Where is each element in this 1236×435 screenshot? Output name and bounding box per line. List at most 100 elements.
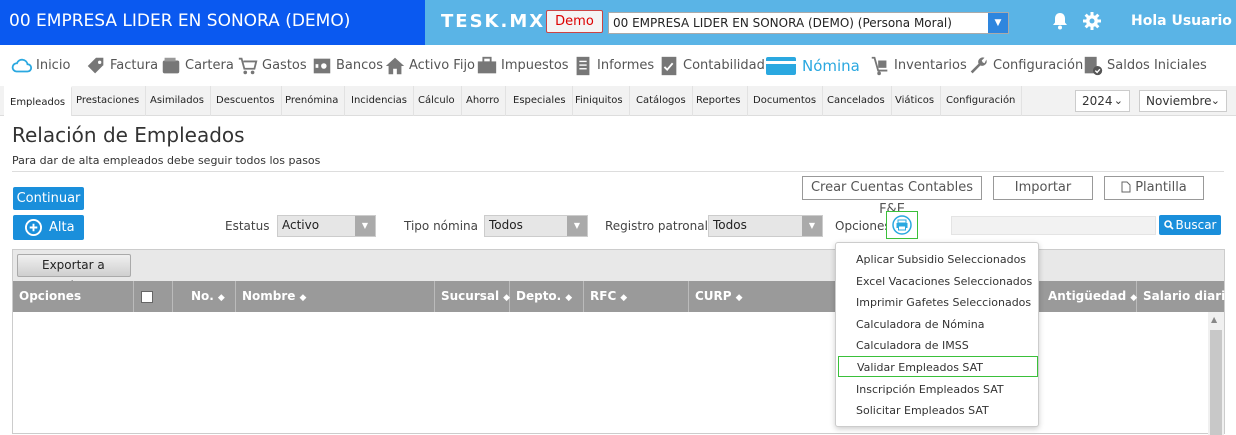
module-label: Nómina — [802, 56, 860, 75]
file-icon — [1121, 181, 1131, 193]
module-label: Cartera — [185, 58, 234, 73]
user-greeting[interactable]: Hola Usuario — [1131, 13, 1232, 29]
plantilla-button[interactable]: Plantilla — [1104, 176, 1204, 200]
tab-asimilados[interactable]: Asimilados — [144, 86, 211, 116]
module-configuracion[interactable]: Configuración — [968, 45, 1083, 86]
sort-icon: ◆ — [503, 293, 511, 303]
column-label: Antigüedad — [1048, 289, 1127, 303]
grid-scrollbar[interactable]: ▲ — [1208, 312, 1224, 435]
tab-incidencias[interactable]: Incidencias — [345, 86, 415, 116]
tab-especiales[interactable]: Especiales — [507, 86, 573, 116]
sort-icon: ◆ — [565, 293, 573, 303]
company-name: 00 EMPRESA LIDER EN SONORA (DEMO) — [0, 0, 425, 45]
tab-prenomina[interactable]: Prenómina — [279, 86, 346, 116]
continuar-button[interactable]: Continuar — [13, 187, 84, 210]
tab-cancelados[interactable]: Cancelados — [821, 86, 892, 116]
column-antiguedad[interactable]: Antigüedad ◆ — [1042, 281, 1137, 312]
menu-item-validar-empleados-sat[interactable]: Validar Empleados SAT — [838, 356, 1038, 377]
chevron-down-icon[interactable]: ▼ — [988, 13, 1008, 33]
column-opciones[interactable]: Opciones — [13, 281, 134, 312]
module-activo-fijo[interactable]: Activo Fijo — [384, 45, 475, 86]
tipo-nomina-select[interactable]: Todos ▼ — [484, 215, 588, 237]
column-label: RFC — [590, 289, 617, 303]
module-inventarios[interactable]: Inventarios — [869, 45, 967, 86]
bell-icon[interactable] — [1050, 11, 1070, 31]
module-nomina[interactable]: Nómina — [765, 45, 860, 86]
year-select[interactable]: 2024 ⌄ — [1075, 90, 1130, 112]
menu-item-solicitar-empleados-sat[interactable]: Solicitar Empleados SAT — [838, 400, 1038, 421]
ledger-icon — [661, 56, 677, 75]
tab-ahorro[interactable]: Ahorro — [460, 86, 507, 116]
document-icon — [576, 56, 590, 75]
module-impuestos[interactable]: Impuestos — [476, 45, 569, 86]
tab-catalogos[interactable]: Catálogos — [630, 86, 693, 116]
tab-empleados[interactable]: Empleados — [4, 86, 73, 116]
column-curp[interactable]: CURP ◆ — [689, 281, 839, 312]
module-contabilidad[interactable]: Contabilidad — [658, 45, 765, 86]
module-bar: Inicio Factura Cartera Gastos Bancos Act… — [0, 45, 1236, 86]
top-bar: 00 EMPRESA LIDER EN SONORA (DEMO) TESK.M… — [0, 0, 1236, 45]
module-label: Gastos — [262, 58, 307, 73]
module-inicio[interactable]: Inicio — [11, 45, 70, 86]
column-rfc[interactable]: RFC ◆ — [584, 281, 689, 312]
module-label: Configuración — [993, 58, 1084, 73]
tab-prestaciones[interactable]: Prestaciones — [70, 86, 147, 116]
column-no[interactable]: No. ◆ — [173, 281, 236, 312]
company-select-value: 00 EMPRESA LIDER EN SONORA (DEMO) (Perso… — [613, 16, 952, 30]
scroll-up-icon[interactable]: ▲ — [1211, 315, 1217, 324]
module-label: Saldos Iniciales — [1107, 58, 1207, 73]
month-select[interactable]: Noviembre ⌄ — [1139, 90, 1227, 112]
estatus-select[interactable]: Activo ▼ — [277, 215, 376, 237]
tab-finiquitos[interactable]: Finiquitos — [569, 86, 630, 116]
month-value: Noviembre — [1146, 94, 1212, 108]
opciones-button[interactable] — [886, 211, 918, 239]
registro-patronal-select[interactable]: Todos ▼ — [708, 215, 823, 237]
tab-descuentos[interactable]: Descuentos — [210, 86, 282, 116]
module-label: Activo Fijo — [409, 58, 476, 73]
menu-item-excel-vacaciones[interactable]: Excel Vacaciones Seleccionados — [838, 271, 1038, 292]
tab-calculo[interactable]: Cálculo — [412, 86, 462, 116]
column-salario-diario[interactable]: Salario diario — [1137, 281, 1233, 312]
module-label: Factura — [110, 58, 159, 73]
select-all-checkbox[interactable] — [141, 291, 153, 303]
module-label: Inicio — [36, 58, 71, 73]
plantilla-label: Plantilla — [1135, 180, 1187, 195]
tab-viaticos[interactable]: Viáticos — [889, 86, 942, 116]
crear-cuentas-button[interactable]: Crear Cuentas Contables F&E — [802, 176, 982, 217]
gear-icon[interactable] — [1082, 11, 1102, 31]
company-select[interactable]: 00 EMPRESA LIDER EN SONORA (DEMO) (Perso… — [608, 12, 1009, 34]
module-cartera[interactable]: Cartera — [160, 45, 234, 86]
cloud-icon — [11, 58, 33, 72]
module-factura[interactable]: Factura — [85, 45, 158, 86]
grid-header: Opciones No. ◆ Nombre ◆ Sucursal ◆ Depto. ◆ … — [13, 281, 1233, 312]
page-subtitle: Para dar de alta empleados debe seguir t… — [12, 154, 321, 167]
menu-item-calculadora-imss[interactable]: Calculadora de IMSS — [838, 335, 1038, 356]
brand-logo[interactable]: TESK.MX — [441, 0, 545, 43]
tab-documentos[interactable]: Documentos — [747, 86, 824, 116]
column-select-all[interactable] — [134, 281, 173, 312]
module-informes[interactable]: Informes — [572, 45, 654, 86]
exportar-excel-button[interactable]: Exportar a Excel — [17, 254, 131, 293]
menu-item-imprimir-gafetes[interactable]: Imprimir Gafetes Seleccionados — [838, 292, 1038, 313]
importar-button[interactable]: Importar — [993, 176, 1093, 200]
module-saldos-iniciales[interactable]: Saldos Iniciales — [1082, 45, 1207, 86]
module-gastos[interactable]: Gastos — [237, 45, 307, 86]
menu-item-calculadora-nomina[interactable]: Calculadora de Nómina — [838, 314, 1038, 335]
demo-badge: Demo — [546, 10, 603, 33]
buscar-button[interactable]: Buscar — [1159, 215, 1221, 235]
column-depto[interactable]: Depto. ◆ — [510, 281, 584, 312]
tab-reportes[interactable]: Reportes — [690, 86, 748, 116]
column-sucursal[interactable]: Sucursal ◆ — [435, 281, 510, 312]
tab-bar: Empleados Prestaciones Asimilados Descue… — [0, 86, 1236, 116]
menu-item-aplicar-subsidio[interactable]: Aplicar Subsidio Seleccionados — [838, 249, 1038, 270]
registro-patronal-value: Todos — [713, 218, 747, 232]
menu-item-inscripcion-empleados-sat[interactable]: Inscripción Empleados SAT — [838, 379, 1038, 400]
scroll-thumb[interactable] — [1210, 330, 1222, 435]
search-input[interactable] — [951, 216, 1156, 235]
plus-circle-icon — [25, 219, 42, 236]
sort-icon: ◆ — [735, 293, 743, 303]
tab-configuracion[interactable]: Configuración — [940, 86, 1023, 116]
column-nombre[interactable]: Nombre ◆ — [236, 281, 435, 312]
module-bancos[interactable]: Bancos — [311, 45, 383, 86]
alta-button[interactable]: Alta — [13, 215, 84, 240]
